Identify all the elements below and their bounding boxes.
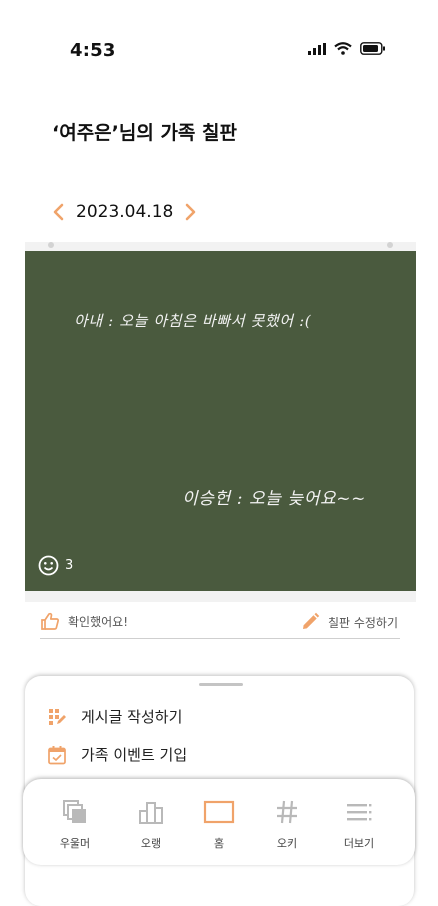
date-navigator: 2023.04.18 [48,200,201,224]
tab-home[interactable]: 홈 [189,799,249,851]
board-actions: 확인했어요! 칠판 수정하기 [40,608,400,639]
family-event-item[interactable]: 가족 이벤트 기입 [47,744,187,765]
board-pin-right [387,242,393,248]
calendar-icon [48,745,66,764]
status-time: 4:53 [70,40,116,61]
board-message: 이승헌 : 오늘 늦어요~~ [182,489,366,509]
tab-label: 홈 [213,837,225,850]
tab-label: 더보기 [343,837,375,850]
tab-label: 오랭 [140,837,162,850]
more-menu-icon [347,804,372,821]
board-message: 아내 : 오늘 아침은 바빠서 못했어 :( [74,312,312,330]
bar-chart-icon [139,802,163,824]
sheet-handle[interactable] [199,683,243,686]
next-date-button[interactable] [181,200,201,224]
battery-icon [360,42,385,55]
tab-oki[interactable]: 오키 [257,799,317,851]
family-chalkboard[interactable] [25,251,416,591]
write-post-icon [49,708,66,725]
reaction-counter[interactable]: 3 [38,555,73,576]
confirm-label: 확인했어요! [68,614,129,629]
wifi-icon [334,42,352,55]
chevron-right-icon [186,203,196,221]
current-date: 2023.04.18 [76,202,174,222]
edit-label: 칠판 수정하기 [327,615,398,630]
pencil-icon [302,612,320,629]
confirm-button[interactable]: 확인했어요! [40,612,128,630]
family-event-label: 가족 이벤트 기입 [81,746,188,764]
chevron-left-icon [53,203,64,221]
board-pin-left [48,242,54,248]
smiley-icon [38,555,59,576]
status-bar: 4:53 [0,0,438,100]
thumbs-up-icon [41,612,60,630]
edit-board-button[interactable]: 칠판 수정하기 [300,612,398,632]
previous-date-button[interactable] [48,200,68,224]
signal-icon [308,42,326,55]
tab-label: 오키 [276,837,298,850]
hashtag-icon [277,800,297,824]
home-board-icon [203,800,235,824]
stacked-cards-icon [63,800,86,823]
page-title: ‘여주은’님의 가족 칠판 [52,122,237,144]
tab-wooolmeo[interactable]: 우울머 [45,799,105,851]
write-post-label: 게시글 작성하기 [81,708,183,726]
tab-orang[interactable]: 오랭 [121,799,181,851]
write-post-item[interactable]: 게시글 작성하기 [47,706,182,727]
tab-more[interactable]: 더보기 [329,799,389,851]
bottom-tab-bar: 우울머 오랭 홈 오키 더보기 [23,779,415,865]
tab-label: 우울머 [59,837,91,850]
status-icons [308,42,386,55]
reaction-count: 3 [65,558,74,573]
